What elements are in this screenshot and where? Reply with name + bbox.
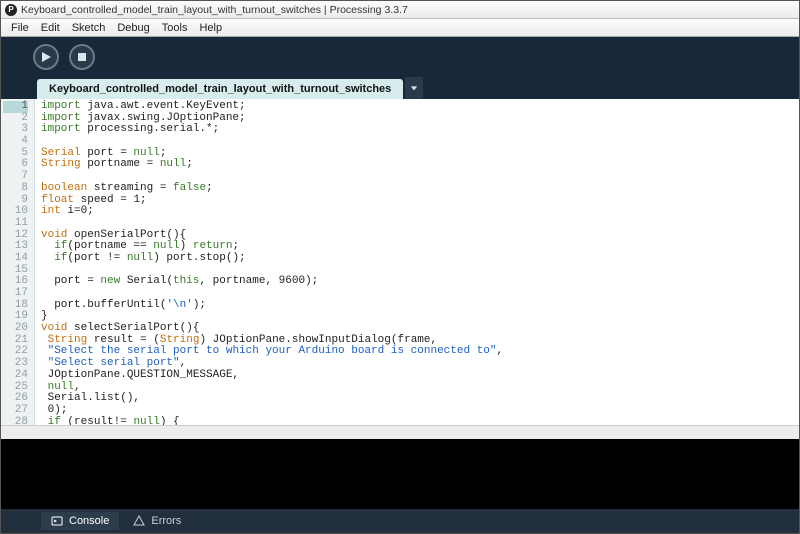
line-number: 27 xyxy=(3,405,28,417)
line-number: 17 xyxy=(3,288,28,300)
menu-sketch[interactable]: Sketch xyxy=(66,21,112,35)
line-number: 24 xyxy=(3,370,28,382)
line-number: 28 xyxy=(3,417,28,425)
code-line[interactable]: float speed = 1; xyxy=(41,195,793,207)
line-number-gutter: 1234567891011121314151617181920212223242… xyxy=(1,99,35,425)
code-line[interactable]: if (result!= null) { xyxy=(41,417,793,425)
code-line[interactable]: port = new Serial(this, portname, 9600); xyxy=(41,276,793,288)
console-output xyxy=(1,439,799,509)
code-line[interactable]: port.bufferUntil('\n'); xyxy=(41,300,793,312)
line-number: 11 xyxy=(3,218,28,230)
stop-button[interactable] xyxy=(69,44,95,70)
play-icon xyxy=(40,51,52,63)
menu-bar: File Edit Sketch Debug Tools Help xyxy=(1,19,799,37)
code-line[interactable]: boolean streaming = false; xyxy=(41,183,793,195)
errors-tab-label: Errors xyxy=(151,515,181,527)
errors-tab[interactable]: Errors xyxy=(123,512,191,530)
menu-edit[interactable]: Edit xyxy=(35,21,66,35)
window-title: Keyboard_controlled_model_train_layout_w… xyxy=(21,4,408,16)
code-line[interactable]: Serial.list(), xyxy=(41,393,793,405)
code-line[interactable]: if(port != null) port.stop(); xyxy=(41,253,793,265)
line-number: 8 xyxy=(3,183,28,195)
line-number: 20 xyxy=(3,323,28,335)
code-area[interactable]: import java.awt.event.KeyEvent;import ja… xyxy=(35,99,799,425)
line-number: 1 xyxy=(3,101,28,113)
horizontal-scrollbar[interactable] xyxy=(1,425,799,439)
code-editor[interactable]: 1234567891011121314151617181920212223242… xyxy=(1,99,799,425)
code-line[interactable]: import processing.serial.*; xyxy=(41,124,793,136)
warning-icon xyxy=(133,515,145,527)
console-tab-label: Console xyxy=(69,515,109,527)
code-line[interactable]: null, xyxy=(41,382,793,394)
code-line[interactable]: JOptionPane.QUESTION_MESSAGE, xyxy=(41,370,793,382)
menu-file[interactable]: File xyxy=(5,21,35,35)
console-tab[interactable]: Console xyxy=(41,512,119,530)
code-line[interactable]: int i=0; xyxy=(41,206,793,218)
tab-menu-button[interactable] xyxy=(405,77,423,99)
menu-debug[interactable]: Debug xyxy=(111,21,155,35)
menu-help[interactable]: Help xyxy=(193,21,228,35)
toolbar xyxy=(1,37,799,77)
stop-icon xyxy=(76,51,88,63)
sketch-tab[interactable]: Keyboard_controlled_model_train_layout_w… xyxy=(37,79,403,99)
bottom-tab-bar: Console Errors xyxy=(1,509,799,533)
sketch-tab-row: Keyboard_controlled_model_train_layout_w… xyxy=(1,77,799,99)
line-number: 4 xyxy=(3,136,28,148)
line-number: 14 xyxy=(3,253,28,265)
app-icon: P xyxy=(5,4,17,16)
chevron-down-icon xyxy=(410,84,418,92)
console-icon xyxy=(51,515,63,527)
run-button[interactable] xyxy=(33,44,59,70)
menu-tools[interactable]: Tools xyxy=(156,21,194,35)
title-bar: P Keyboard_controlled_model_train_layout… xyxy=(1,1,799,19)
app-window: P Keyboard_controlled_model_train_layout… xyxy=(0,0,800,534)
code-line[interactable]: String portname = null; xyxy=(41,159,793,171)
